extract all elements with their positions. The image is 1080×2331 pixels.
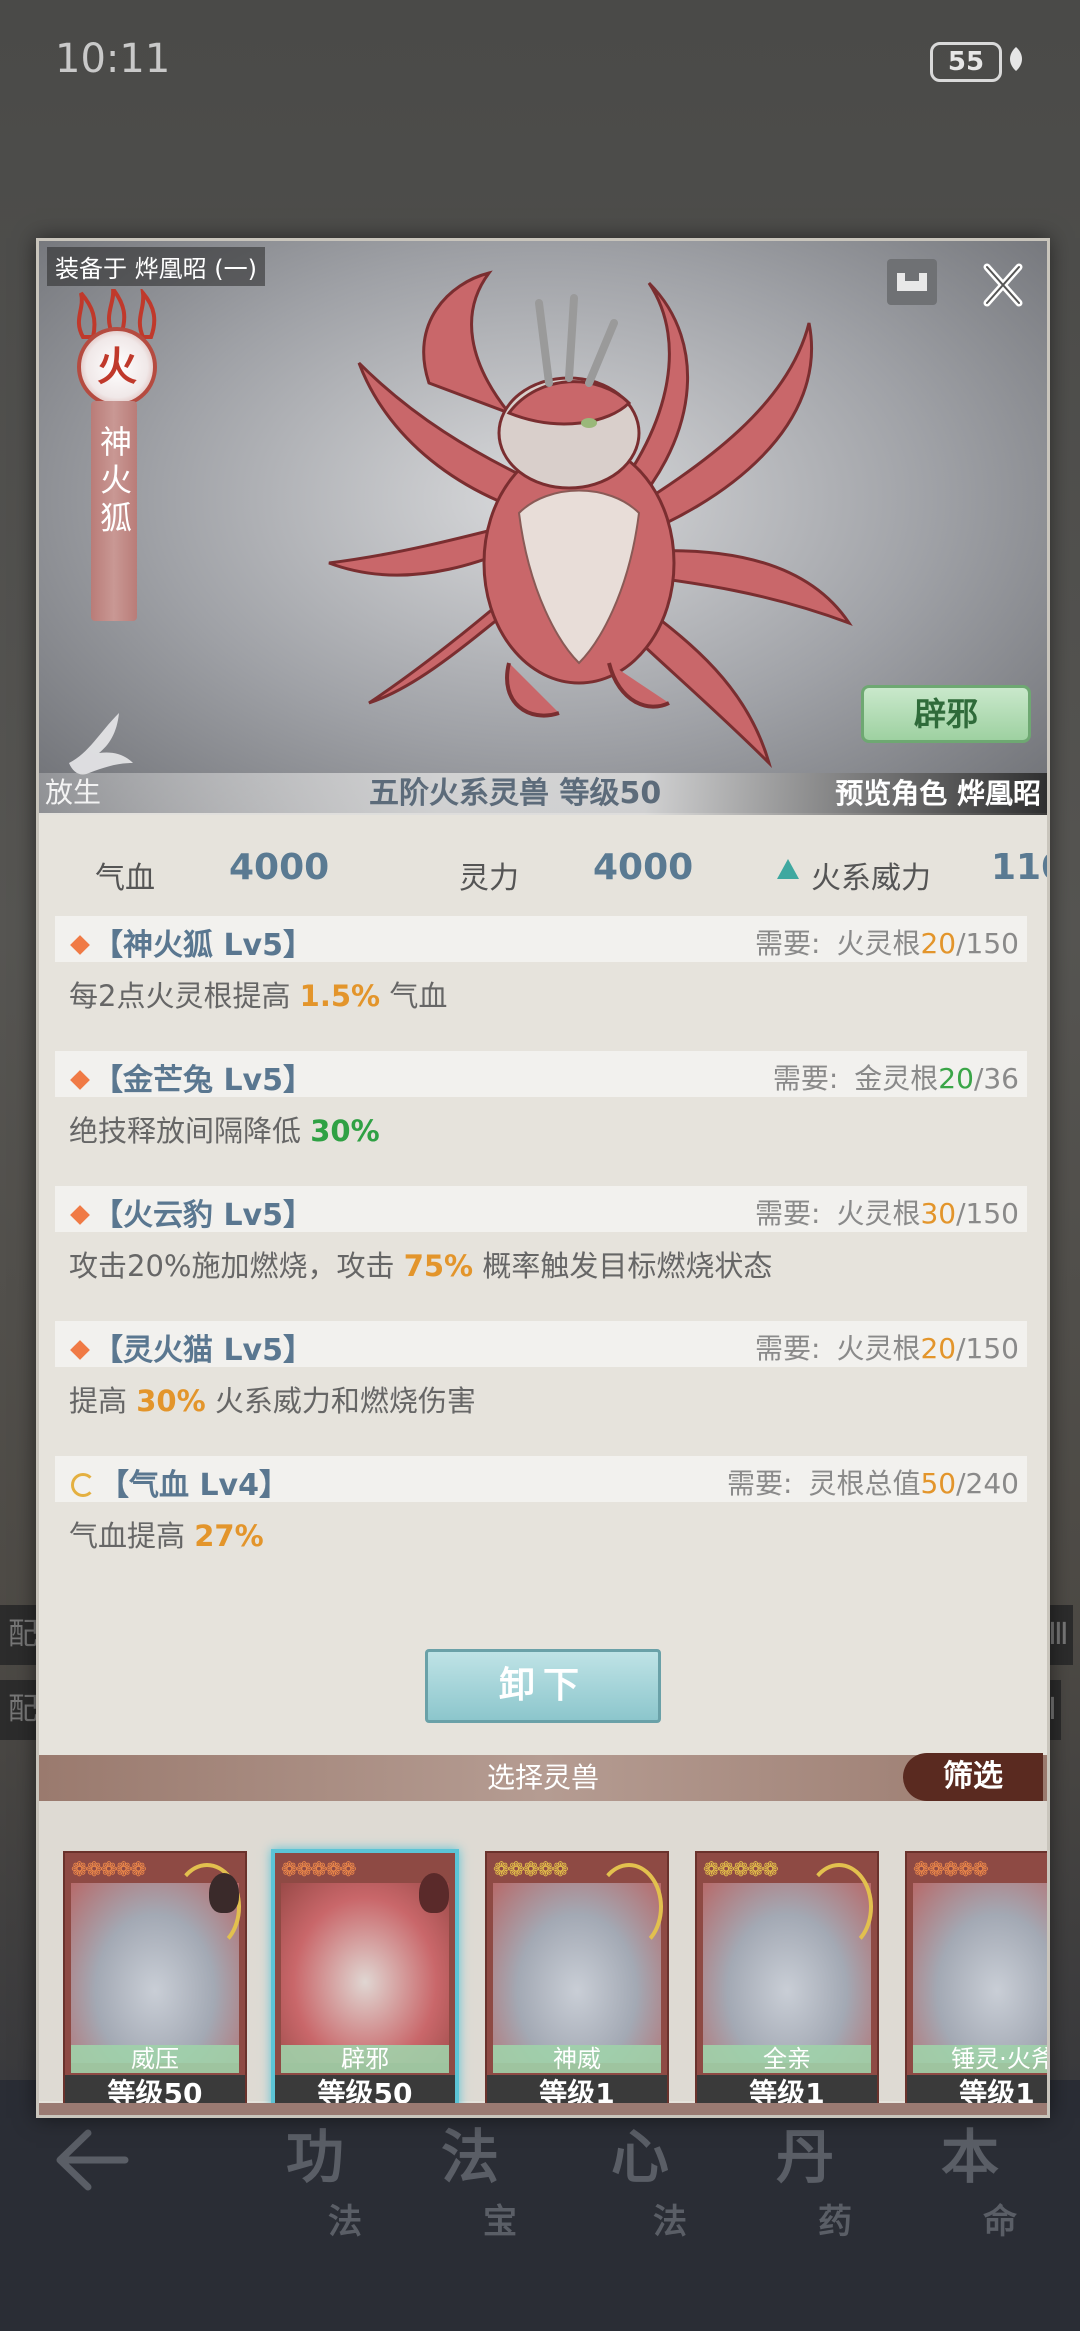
preview-character[interactable]: 预览角色 烨凰昭 — [835, 773, 1041, 815]
nav-benming[interactable]: 本 命 — [900, 2110, 1040, 2243]
skill-header: 【火云豹 Lv5】 需要: 火灵根30/150 — [55, 1186, 1027, 1234]
skill-description: 提高 30% 火系威力和燃烧伤害 — [69, 1384, 476, 1418]
beast-grade: 五阶火系灵兽 等级50 — [369, 776, 662, 811]
nav-sublabel: 药 — [818, 2202, 852, 2242]
nav-sublabel: 法 — [328, 2202, 362, 2242]
nav-gongfa[interactable]: 功 法 — [245, 2110, 385, 2243]
nav-label: 本 — [940, 2123, 999, 2191]
select-beast-title: 选择灵兽 — [486, 1761, 599, 1794]
fire-fox-illustration — [328, 270, 853, 769]
battery-indicator: 55 — [930, 42, 1002, 82]
close-icon[interactable] — [979, 261, 1027, 309]
select-beast-bar: 选择灵兽 — [39, 1755, 1047, 1801]
card-skill: 辟邪 — [281, 2045, 449, 2073]
skill-requirement: 需要: 金灵根20/36 — [772, 1062, 1019, 1095]
diamond-icon — [70, 1205, 90, 1225]
owner-avatar — [209, 1873, 239, 1913]
beast-hero-panel: 装备于 烨凰昭 (一) 火 神火狐 放生 — [39, 241, 1047, 815]
beast-card[interactable]: ❁❁❁❁❁ 神威 等级1 — [485, 1851, 669, 2115]
skill-header: 【气血 Lv4】 需要: 灵根总值50/240 — [55, 1456, 1027, 1504]
star-rating: ❁❁❁❁❁ — [703, 1857, 779, 1881]
star-rating: ❁❁❁❁❁ — [493, 1857, 569, 1881]
halo-icon — [595, 1863, 663, 1951]
unequip-button[interactable]: 卸下 — [425, 1649, 661, 1723]
skill-requirement: 需要: 灵根总值50/240 — [727, 1467, 1019, 1500]
skill-header: 【金芒兔 Lv5】 需要: 金灵根20/36 — [55, 1051, 1027, 1099]
hp-label: 气血 — [95, 861, 155, 896]
nav-label: 法 — [440, 2123, 499, 2191]
skill-header: 【灵火猫 Lv5】 需要: 火灵根20/150 — [55, 1321, 1027, 1369]
triangle-up-icon — [777, 859, 799, 879]
skill-name: 【火云豹 Lv5】 — [69, 1190, 313, 1234]
beast-card-list: ❁❁❁❁❁ 威压 等级50 ❁❁❁❁❁ 辟邪 等级50 ❁❁❁❁❁ 神威 等级1… — [39, 1801, 1047, 2115]
nav-sublabel: 命 — [983, 2202, 1017, 2242]
nav-label: 心 — [610, 2123, 669, 2191]
skill-header: 【神火狐 Lv5】 需要: 火灵根20/150 — [55, 916, 1027, 964]
modal-bottom-border — [39, 2103, 1047, 2115]
card-skill: 神威 — [493, 2045, 661, 2073]
spirit-beast-detail-modal: 装备于 烨凰昭 (一) 火 神火狐 放生 — [36, 238, 1050, 2118]
skill-requirement: 需要: 火灵根20/150 — [755, 927, 1019, 960]
fire-element-badge: 火 — [77, 327, 157, 407]
beast-name: 神火狐 — [95, 425, 133, 539]
card-art — [913, 1883, 1047, 2063]
fire-power-label: 火系威力 — [811, 861, 931, 896]
fire-power-value: 1100 — [991, 847, 1047, 888]
skill-requirement: 需要: 火灵根20/150 — [755, 1332, 1019, 1365]
nav-fabao[interactable]: 法 宝 — [400, 2110, 540, 2243]
flag-icon[interactable] — [887, 259, 937, 305]
skill-name: 【金芒兔 Lv5】 — [69, 1055, 313, 1099]
diamond-icon — [70, 1070, 90, 1090]
beast-card[interactable]: ❁❁❁❁❁ 全亲 等级1 — [695, 1851, 879, 2115]
beast-card[interactable]: ❁❁❁❁❁ 威压 等级50 — [63, 1851, 247, 2115]
skill-description: 气血提高 27% — [69, 1519, 264, 1553]
spirit-label: 灵力 — [459, 861, 519, 896]
status-bar: 10:11 55 — [0, 0, 1080, 120]
spirit-value: 4000 — [593, 847, 694, 888]
skill-description: 每2点火灵根提高 1.5% 气血 — [69, 979, 448, 1013]
owner-avatar — [419, 1873, 449, 1913]
nav-sublabel: 宝 — [483, 2202, 517, 2242]
skill-badge-bixie[interactable]: 辟邪 — [861, 685, 1031, 743]
star-rating: ❁❁❁❁❁ — [281, 1857, 357, 1881]
nav-danyao[interactable]: 丹 药 — [735, 2110, 875, 2243]
beast-card-selected[interactable]: ❁❁❁❁❁ 辟邪 等级50 — [271, 1849, 459, 2115]
skill-description: 绝技释放间隔降低 30% — [69, 1114, 380, 1148]
skill-name: 【灵火猫 Lv5】 — [69, 1325, 313, 1369]
star-rating: ❁❁❁❁❁ — [913, 1857, 989, 1881]
equipped-label: 装备于 烨凰昭 (一) — [47, 247, 265, 286]
skill-requirement: 需要: 火灵根30/150 — [755, 1197, 1019, 1230]
cycle-icon — [71, 1473, 95, 1497]
stats-row: 气血 4000 灵力 4000 火系威力 1100 — [39, 841, 1047, 901]
nav-label: 功 — [285, 2123, 344, 2191]
nav-xinfa[interactable]: 心 法 — [570, 2110, 710, 2243]
card-skill: 威压 — [71, 2045, 239, 2073]
hp-value: 4000 — [229, 847, 330, 888]
card-skill: 全亲 — [703, 2045, 871, 2073]
nav-sublabel: 法 — [653, 2202, 687, 2242]
skill-description: 攻击20%施加燃烧，攻击 75% 概率触发目标燃烧状态 — [69, 1249, 773, 1283]
skill-name: 【神火狐 Lv5】 — [69, 920, 313, 964]
diamond-icon — [70, 1340, 90, 1360]
card-skill: 锤灵·火斧 — [913, 2045, 1047, 2073]
filter-button[interactable]: 筛选 — [903, 1753, 1043, 1801]
back-arrow-icon[interactable] — [50, 2125, 130, 2195]
nav-label: 丹 — [775, 2123, 834, 2191]
clock: 10:11 — [55, 36, 171, 82]
star-rating: ❁❁❁❁❁ — [71, 1857, 147, 1881]
skill-name: 【气血 Lv4】 — [69, 1460, 289, 1504]
diamond-icon — [70, 935, 90, 955]
halo-icon — [805, 1863, 873, 1951]
beast-card[interactable]: ❁❁❁❁❁ 锤灵·火斧 等级1 — [905, 1851, 1047, 2115]
leaf-icon — [1010, 47, 1022, 71]
beast-name-scroll: 神火狐 — [91, 401, 137, 621]
